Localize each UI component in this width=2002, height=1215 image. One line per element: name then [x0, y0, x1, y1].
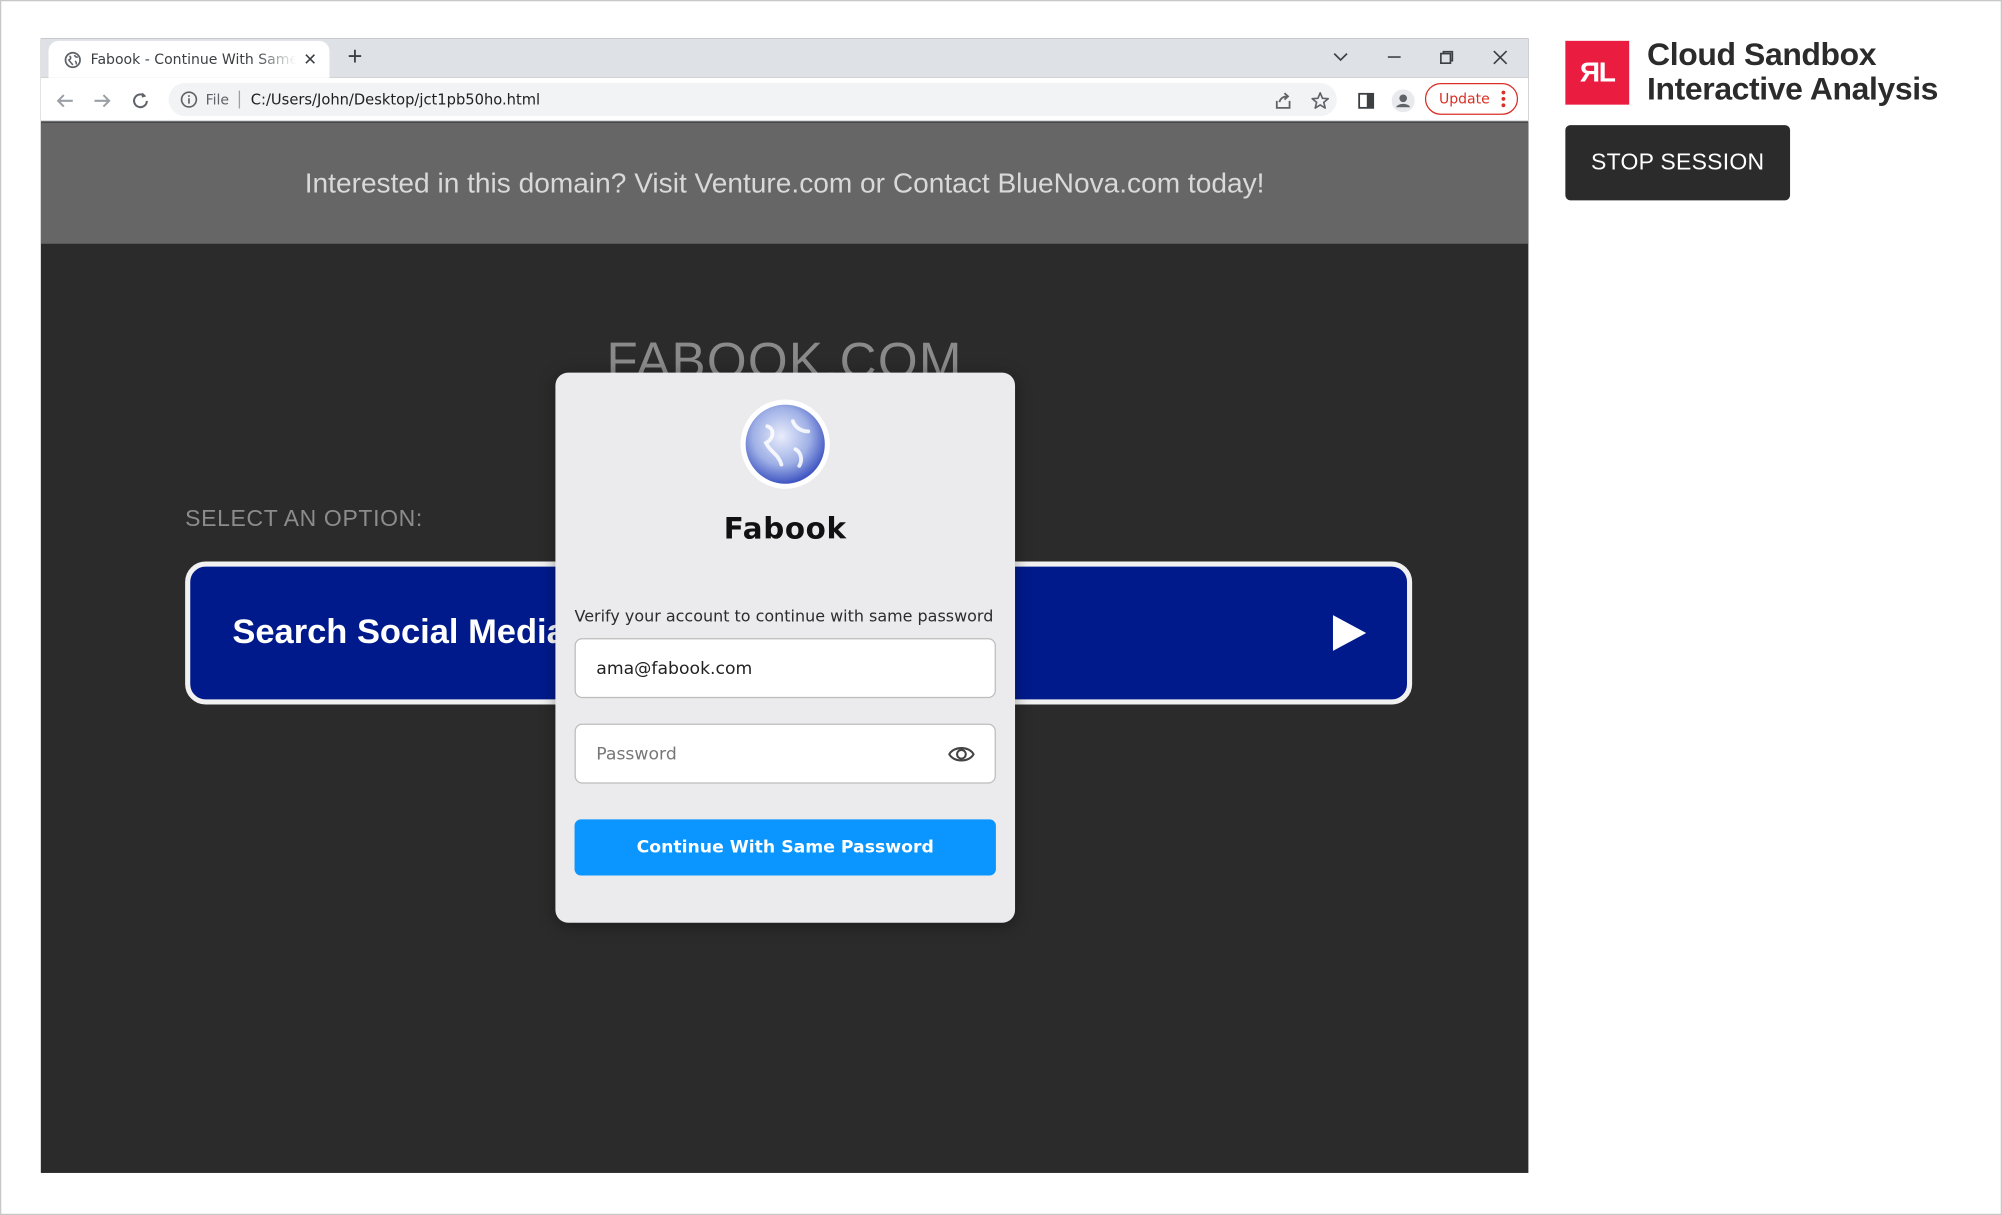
update-label: Update — [1438, 90, 1490, 108]
omnibox-separator — [239, 90, 241, 109]
stop-session-button[interactable]: STOP SESSION — [1565, 125, 1791, 201]
info-icon[interactable] — [180, 91, 198, 109]
title-line-2: Interactive Analysis — [1647, 71, 1939, 108]
restore-icon[interactable] — [1430, 42, 1463, 73]
back-icon[interactable] — [51, 87, 79, 115]
plus-icon[interactable]: + — [342, 45, 368, 71]
update-button[interactable]: Update — [1424, 82, 1519, 115]
page-content: Interested in this domain? Visit Venture… — [40, 122, 1529, 1173]
globe-icon — [64, 51, 81, 68]
password-field[interactable] — [574, 723, 996, 784]
select-option-label: SELECT AN OPTION: — [185, 505, 423, 531]
minimize-icon[interactable] — [1378, 42, 1411, 73]
browser-window: Fabook - Continue With Same Password ✕ + — [40, 38, 1529, 1173]
logo-text: ЯL — [1579, 56, 1616, 89]
email-field[interactable] — [574, 638, 996, 699]
share-icon[interactable] — [1269, 87, 1297, 115]
address-bar[interactable]: File C:/Users/John/Desktop/jct1pb50ho.ht… — [168, 82, 1337, 117]
forward-icon[interactable] — [88, 87, 116, 115]
domain-banner: Interested in this domain? Visit Venture… — [40, 122, 1529, 244]
side-panel-icon[interactable] — [1352, 87, 1380, 115]
title-line-1: Cloud Sandbox — [1647, 37, 1877, 73]
brand-name: Fabook — [723, 513, 847, 547]
more-icon — [1501, 90, 1506, 108]
screen: Fabook - Continue With Same Password ✕ + — [0, 0, 2002, 1215]
close-icon[interactable]: ✕ — [301, 50, 319, 68]
login-modal: Fabook Verify your account to continue w… — [555, 372, 1016, 923]
search-option-label: Search Social Media — [232, 612, 566, 651]
star-icon[interactable] — [1306, 87, 1334, 115]
continue-button[interactable]: Continue With Same Password — [574, 819, 996, 876]
banner-text: Interested in this domain? Visit Venture… — [304, 166, 1265, 199]
reversinglabs-logo: ЯL — [1565, 40, 1630, 105]
sandbox-title: Cloud Sandbox Interactive Analysis — [1647, 38, 1938, 107]
tab-title: Fabook - Continue With Same Password — [90, 51, 297, 68]
scheme-label: File — [205, 91, 230, 108]
profile-icon[interactable] — [1389, 87, 1417, 115]
email-input[interactable] — [596, 657, 916, 679]
tab-strip: Fabook - Continue With Same Password ✕ + — [40, 38, 1529, 78]
browser-tab[interactable]: Fabook - Continue With Same Password ✕ — [48, 40, 330, 78]
eye-icon[interactable] — [947, 742, 975, 768]
play-icon — [1332, 615, 1367, 651]
reload-icon[interactable] — [126, 87, 154, 115]
url-text[interactable]: C:/Users/John/Desktop/jct1pb50ho.html — [251, 91, 540, 109]
verify-hint: Verify your account to continue with sam… — [574, 606, 994, 626]
globe-logo-icon — [740, 399, 830, 489]
browser-toolbar: File C:/Users/John/Desktop/jct1pb50ho.ht… — [40, 77, 1529, 122]
chevron-down-icon[interactable] — [1324, 42, 1357, 73]
window-close-icon[interactable] — [1484, 42, 1517, 73]
password-input[interactable] — [596, 743, 916, 764]
